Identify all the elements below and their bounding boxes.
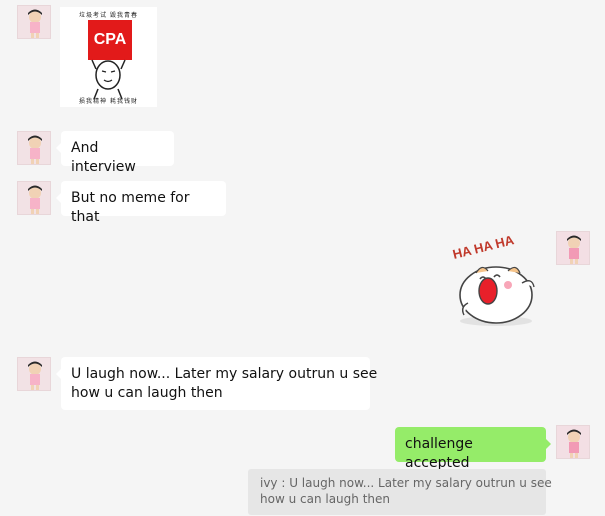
message-text: And interview bbox=[71, 140, 136, 175]
message-text-line: how u can laugh then bbox=[71, 385, 223, 401]
girl-avatar-icon bbox=[557, 426, 589, 458]
girl-avatar-icon bbox=[18, 6, 50, 38]
cpa-sign: CPA bbox=[88, 20, 132, 60]
girl-avatar-icon bbox=[18, 182, 50, 214]
girl-avatar-icon bbox=[557, 232, 589, 264]
cpa-bottom-text: 损我精神 耗我钱财 bbox=[79, 98, 138, 105]
cpa-meme-sticker[interactable]: 垃圾考试 毁我青春 CPA 损我精神 耗我钱财 bbox=[60, 7, 157, 107]
contact-avatar[interactable] bbox=[17, 5, 51, 39]
laughing-hamster-icon: HA HA HA bbox=[451, 232, 535, 326]
hamster-laugh-sticker[interactable]: HA HA HA bbox=[450, 232, 546, 329]
quote-text-line: how u can laugh then bbox=[260, 492, 390, 506]
girl-avatar-icon bbox=[18, 358, 50, 390]
cpa-top-text: 垃圾考试 毁我青春 bbox=[79, 12, 138, 19]
contact-avatar[interactable] bbox=[17, 131, 51, 165]
chat-window: 垃圾考试 毁我青春 CPA 损我精神 耗我钱财 And interview Bu… bbox=[0, 0, 605, 516]
my-message-bubble[interactable]: challenge accepted bbox=[395, 427, 551, 471]
my-avatar[interactable] bbox=[556, 425, 590, 459]
message-bubble[interactable]: But no meme for that bbox=[56, 181, 226, 225]
message-text: challenge accepted bbox=[405, 436, 473, 471]
contact-avatar[interactable] bbox=[17, 181, 51, 215]
my-avatar[interactable] bbox=[556, 231, 590, 265]
message-text-line: U laugh now... Later my salary outrun u … bbox=[71, 366, 378, 382]
girl-avatar-icon bbox=[18, 132, 50, 164]
message-bubble[interactable]: And interview bbox=[56, 131, 174, 175]
message-bubble[interactable]: U laugh now... Later my salary outrun u … bbox=[56, 357, 378, 410]
contact-avatar[interactable] bbox=[17, 357, 51, 391]
message-text: But no meme for that bbox=[71, 190, 190, 225]
sticker-text: HA HA HA bbox=[451, 233, 516, 262]
quoted-message[interactable]: ivy : U laugh now... Later my salary out… bbox=[248, 469, 552, 515]
quote-text-line: ivy : U laugh now... Later my salary out… bbox=[260, 476, 552, 490]
